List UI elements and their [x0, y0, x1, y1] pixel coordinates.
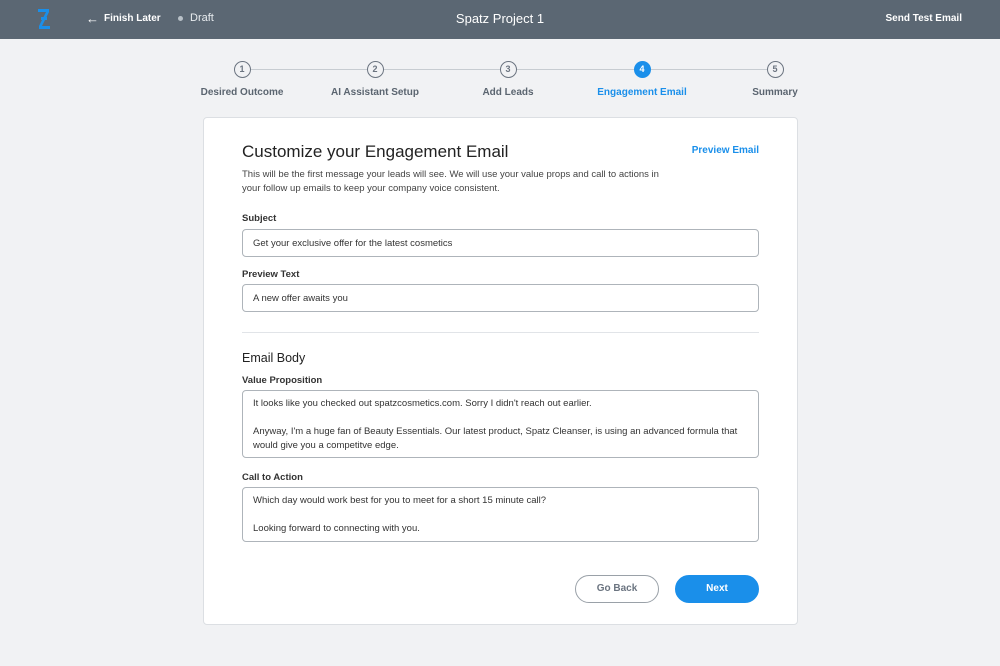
step-label: Add Leads [482, 87, 534, 98]
subject-input[interactable]: Get your exclusive offer for the latest … [242, 229, 759, 257]
value-proposition-textarea[interactable]: It looks like you checked out spatzcosme… [242, 390, 759, 458]
value-proposition-line: It looks like you checked out spatzcosme… [253, 398, 592, 409]
step-number: 2 [366, 61, 384, 78]
subject-label: Subject [242, 213, 277, 224]
value-proposition-label: Value Proposition [242, 375, 323, 386]
next-button[interactable]: Next [675, 575, 759, 603]
value-proposition-line: Anyway, I'm a huge fan of Beauty Essenti… [253, 426, 738, 451]
step-number: 4 [633, 61, 651, 78]
step-label: Desired Outcome [200, 87, 284, 98]
progress-stepper: 1 Desired Outcome 2 AI Assistant Setup 3… [0, 0, 1000, 110]
step-label: Summary [752, 87, 798, 98]
call-to-action-textarea[interactable]: Which day would work best for you to mee… [242, 487, 759, 542]
step-desired-outcome[interactable]: 1 Desired Outcome [172, 61, 312, 98]
section-divider [242, 332, 759, 333]
preview-text-label: Preview Text [242, 269, 300, 280]
form-description: This will be the first message your lead… [242, 169, 659, 194]
call-to-action-line: Looking forward to connecting with you. [253, 523, 420, 534]
go-back-button[interactable]: Go Back [575, 575, 659, 603]
step-add-leads[interactable]: 3 Add Leads [438, 61, 578, 98]
step-label: AI Assistant Setup [331, 87, 419, 98]
preview-email-link[interactable]: Preview Email [692, 145, 759, 156]
step-number: 1 [233, 61, 251, 78]
call-to-action-line: Which day would work best for you to mee… [253, 495, 547, 506]
engagement-email-card: Customize your Engagement Email Preview … [203, 117, 798, 625]
step-engagement-email[interactable]: 4 Engagement Email [572, 61, 712, 98]
preview-text-input[interactable]: A new offer awaits you [242, 284, 759, 312]
step-label: Engagement Email [597, 87, 687, 98]
step-number: 5 [766, 61, 784, 78]
step-number: 3 [499, 61, 517, 78]
page-title: Customize your Engagement Email [242, 142, 509, 161]
step-summary[interactable]: 5 Summary [705, 61, 845, 98]
step-ai-assistant-setup[interactable]: 2 AI Assistant Setup [305, 61, 445, 98]
email-body-heading: Email Body [242, 351, 306, 365]
call-to-action-label: Call to Action [242, 472, 303, 483]
